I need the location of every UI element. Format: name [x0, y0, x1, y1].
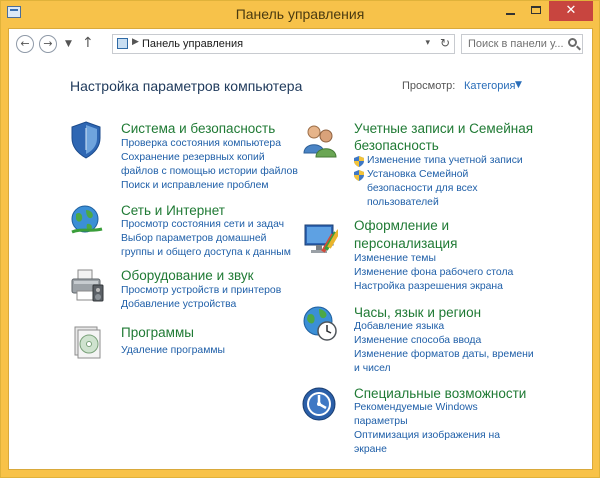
link-change-input-method[interactable]: Изменение способа ввода	[354, 335, 481, 347]
link-backup-files[interactable]: Сохранение резервных копий	[121, 152, 265, 164]
link-change-account-type[interactable]: Изменение типа учетной записи	[367, 155, 523, 167]
users-icon[interactable]	[302, 121, 338, 161]
view-by-caret-icon[interactable]: ▼	[515, 80, 522, 90]
uac-shield-icon	[354, 156, 364, 167]
control-panel-window: Панель управления ✕ ← → ▼ ↑ ▶ Панель упр…	[0, 0, 600, 478]
view-by-label: Просмотр:	[402, 80, 456, 92]
forward-button[interactable]: →	[39, 35, 57, 53]
up-arrow-icon[interactable]: ↑	[82, 35, 94, 51]
link-optimize-visual-display-cont[interactable]: экране	[354, 444, 387, 456]
category-programs-title[interactable]: Программы	[121, 324, 194, 341]
navigation-bar: ← → ▼ ↑ ▶ Панель управления ▾ ↻ Поиск в …	[9, 29, 592, 61]
link-check-computer-status[interactable]: Проверка состояния компьютера	[121, 138, 281, 150]
link-change-date-time-formats-cont[interactable]: и чисел	[354, 363, 391, 375]
link-backup-files-cont[interactable]: файлов с помощью истории файлов	[121, 166, 298, 178]
back-arrow-icon: ←	[20, 37, 30, 50]
breadcrumb-separator-icon[interactable]: ▶	[132, 37, 139, 47]
link-change-desktop-background[interactable]: Изменение фона рабочего стола	[354, 267, 513, 279]
category-system-security-title[interactable]: Система и безопасность	[121, 120, 275, 137]
control-panel-icon	[117, 38, 128, 49]
close-icon: ✕	[565, 3, 577, 18]
refresh-icon[interactable]: ↻	[440, 36, 450, 50]
page-heading: Настройка параметров компьютера	[70, 78, 303, 94]
close-button[interactable]: ✕	[549, 1, 593, 21]
maximize-button[interactable]	[523, 1, 549, 21]
link-homegroup-options-cont[interactable]: группы и общего доступа к данным	[121, 247, 291, 259]
link-homegroup-options[interactable]: Выбор параметров домашней	[121, 233, 266, 245]
forward-arrow-icon: →	[43, 37, 53, 50]
link-family-safety-cont1[interactable]: безопасности для всех	[367, 183, 478, 195]
view-by-dropdown[interactable]: Категория	[464, 80, 515, 92]
link-recommended-settings[interactable]: Рекомендуемые Windows	[354, 402, 478, 414]
link-change-date-time-formats[interactable]: Изменение форматов даты, времени	[354, 349, 534, 361]
link-view-devices-printers[interactable]: Просмотр устройств и принтеров	[121, 285, 281, 297]
search-icon[interactable]	[568, 38, 577, 47]
network-globe-icon[interactable]	[69, 202, 105, 242]
link-family-safety-cont2[interactable]: пользователей	[367, 197, 439, 209]
category-user-accounts-title-line1[interactable]: Учетные записи и Семейная	[354, 120, 533, 137]
address-dropdown-icon[interactable]: ▾	[425, 38, 430, 48]
shield-security-icon[interactable]	[69, 120, 105, 160]
category-hardware-sound-title[interactable]: Оборудование и звук	[121, 267, 254, 284]
breadcrumb-control-panel[interactable]: Панель управления	[142, 38, 243, 50]
recent-locations-dropdown-icon[interactable]: ▼	[65, 39, 72, 49]
title-bar[interactable]: Панель управления ✕	[1, 1, 599, 28]
link-add-language[interactable]: Добавление языка	[354, 321, 444, 333]
minimize-icon	[506, 13, 515, 15]
category-clock-language-region-title[interactable]: Часы, язык и регион	[354, 304, 481, 321]
window-buttons: ✕	[497, 1, 593, 21]
link-screen-resolution[interactable]: Настройка разрешения экрана	[354, 281, 503, 293]
appearance-monitor-icon[interactable]	[302, 219, 338, 259]
minimize-button[interactable]	[497, 1, 523, 21]
link-recommended-settings-cont[interactable]: параметры	[354, 416, 408, 428]
link-uninstall-program[interactable]: Удаление программы	[121, 345, 225, 357]
link-optimize-visual-display[interactable]: Оптимизация изображения на	[354, 430, 500, 442]
search-input[interactable]: Поиск в панели у...	[461, 34, 583, 54]
printer-icon[interactable]	[69, 267, 105, 307]
link-change-theme[interactable]: Изменение темы	[354, 253, 436, 265]
link-troubleshoot[interactable]: Поиск и исправление проблем	[121, 180, 269, 192]
link-view-network-status[interactable]: Просмотр состояния сети и задач	[121, 219, 284, 231]
address-bar[interactable]: ▶ Панель управления ▾ ↻	[112, 34, 455, 54]
category-network-internet-title[interactable]: Сеть и Интернет	[121, 202, 225, 219]
link-family-safety[interactable]: Установка Семейной	[367, 169, 468, 181]
category-user-accounts-title-line2[interactable]: безопасность	[354, 137, 439, 154]
category-ease-of-access-title[interactable]: Специальные возможности	[354, 385, 526, 402]
ease-of-access-icon[interactable]	[302, 384, 338, 424]
programs-icon[interactable]	[69, 323, 105, 363]
link-add-device[interactable]: Добавление устройства	[121, 299, 236, 311]
back-button[interactable]: ←	[16, 35, 34, 53]
maximize-icon	[531, 6, 541, 14]
category-appearance-title-line1[interactable]: Оформление и	[354, 217, 449, 234]
uac-shield-icon	[354, 170, 364, 181]
clock-globe-icon[interactable]	[302, 303, 338, 343]
search-placeholder: Поиск в панели у...	[468, 38, 564, 50]
category-appearance-title-line2[interactable]: персонализация	[354, 235, 457, 252]
client-area: ← → ▼ ↑ ▶ Панель управления ▾ ↻ Поиск в …	[8, 28, 593, 470]
